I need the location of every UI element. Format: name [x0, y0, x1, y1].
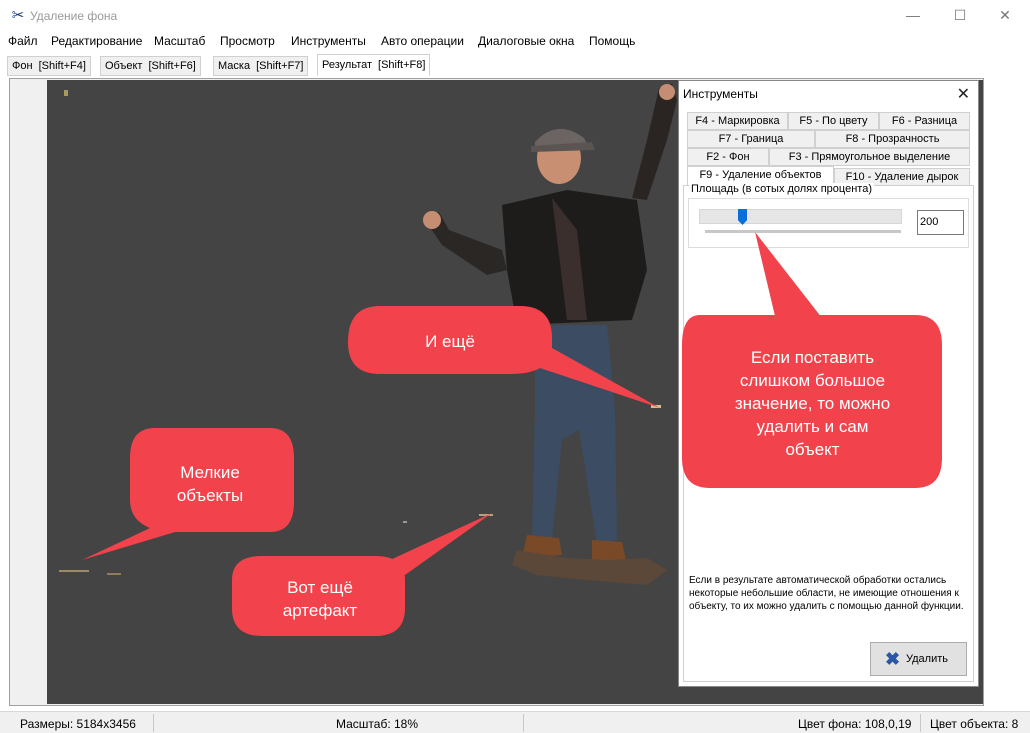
tab-label: Результат	[322, 59, 373, 71]
status-bg-color: Цвет фона: 108,0,19	[798, 717, 912, 731]
window-title: Удаление фона	[30, 9, 118, 23]
close-icon[interactable]: ✕	[957, 84, 970, 104]
close-button[interactable]: ✕	[982, 0, 1028, 30]
minimize-button[interactable]: —	[890, 0, 936, 30]
maximize-button[interactable]: ☐	[937, 0, 983, 30]
status-object-color: Цвет объекта: 8	[930, 717, 1019, 731]
tab-difference[interactable]: F6 - Разница	[879, 112, 970, 130]
area-slider-rail	[705, 230, 901, 233]
tab-rect-select[interactable]: F3 - Прямоугольное выделение	[769, 148, 970, 166]
tool-description: Если в результате автоматической обработ…	[689, 575, 964, 612]
status-divider	[920, 714, 921, 732]
menu-help[interactable]: Помощь	[589, 34, 635, 48]
callout-line: удалить и сам	[756, 417, 869, 436]
tab-bg[interactable]: F2 - Фон	[687, 148, 769, 166]
menu-zoom[interactable]: Масштаб	[154, 34, 205, 48]
tab-marking[interactable]: F4 - Маркировка	[687, 112, 788, 130]
callout-text-more: И ещё	[385, 330, 515, 353]
tab-shortcut: [Shift+F8]	[378, 59, 426, 71]
menu-view[interactable]: Просмотр	[220, 34, 275, 48]
menu-tools[interactable]: Инструменты	[291, 34, 366, 48]
tab-shortcut: [Shift+F6]	[148, 60, 196, 72]
callout-text-artifact: Вот ещё артефакт	[250, 576, 390, 622]
callout-line: артефакт	[282, 601, 358, 620]
callout-line: значение, то можно	[734, 394, 891, 413]
mode-tabs: Фон [Shift+F4] Объект [Shift+F6] Маска [Shi…	[0, 54, 1030, 76]
menu-auto-ops[interactable]: Авто операции	[381, 34, 464, 48]
status-divider	[523, 714, 524, 732]
callout-line: И ещё	[425, 332, 475, 351]
tab-shortcut: [Shift+F7]	[256, 60, 304, 72]
tab-label: Маска	[218, 60, 251, 72]
tab-shortcut: [Shift+F4]	[38, 60, 86, 72]
callout-line: объекты	[176, 486, 244, 505]
tab-label: Фон	[12, 60, 33, 72]
tab-background[interactable]: Фон [Shift+F4]	[7, 56, 91, 76]
menu-file[interactable]: Файл	[8, 34, 38, 48]
callout-text-warning: Если поставить слишком большое значение,…	[690, 346, 935, 461]
callout-line: Мелкие	[180, 463, 240, 482]
menu-edit[interactable]: Редактирование	[51, 34, 142, 48]
delete-button-label: Удалить	[906, 653, 948, 665]
tab-label: Объект	[105, 60, 143, 72]
callout-line: объект	[785, 440, 840, 459]
tab-by-color[interactable]: F5 - По цвету	[788, 112, 879, 130]
status-zoom: Масштаб: 18%	[336, 717, 419, 731]
tab-result[interactable]: Результат [Shift+F8]	[317, 54, 431, 76]
area-slider-track[interactable]	[699, 209, 902, 224]
delete-button[interactable]: ✖ Удалить	[870, 642, 967, 676]
tools-panel-title: Инструменты	[683, 87, 758, 101]
tab-object[interactable]: Объект [Shift+F6]	[100, 56, 201, 76]
callout-line: Вот ещё	[287, 578, 353, 597]
callout-line: Если поставить	[750, 348, 875, 367]
tab-mask[interactable]: Маска [Shift+F7]	[213, 56, 309, 76]
status-size: Размеры: 5184x3456	[20, 717, 136, 731]
tab-transparency[interactable]: F8 - Прозрачность	[815, 130, 970, 148]
title-bar: ✂ Удаление фона — ☐ ✕	[0, 0, 1030, 32]
menu-dialogs[interactable]: Диалоговые окна	[478, 34, 574, 48]
tab-border[interactable]: F7 - Граница	[687, 130, 815, 148]
status-bar: Размеры: 5184x3456 Масштаб: 18% Цвет фон…	[0, 711, 1030, 733]
area-label: Площадь (в сотых долях процента)	[689, 183, 874, 195]
status-divider	[153, 714, 154, 732]
menu-bar: Файл Редактирование Масштаб Просмотр Инс…	[0, 32, 1030, 52]
area-value-input[interactable]: 200	[917, 210, 964, 235]
callout-text-small-objects: Мелкие объекты	[150, 461, 270, 507]
delete-x-icon: ✖	[885, 649, 901, 669]
callout-line: слишком большое	[739, 371, 886, 390]
scissors-icon: ✂	[11, 7, 25, 24]
